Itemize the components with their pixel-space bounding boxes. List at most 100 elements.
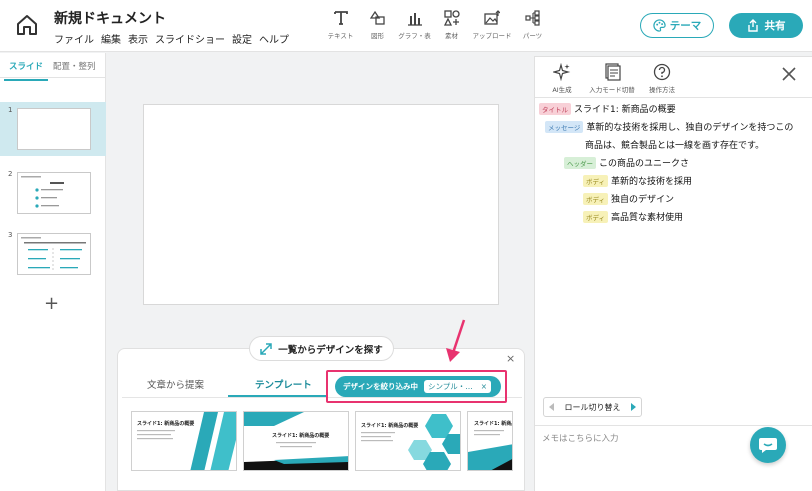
template-card[interactable]: スライド1: 新商品の概要: [355, 411, 461, 471]
outline-toolbar: AI生成 入力モード切替 操作方法: [535, 63, 687, 94]
input-mode-button[interactable]: 入力モード切替: [587, 63, 637, 94]
tool-label: アップロード: [472, 32, 512, 40]
slide-list-panel: スライド 配置・整列 1 2 3 +: [0, 53, 106, 491]
shape-icon: [369, 9, 387, 27]
tool-parts[interactable]: パーツ: [514, 9, 551, 40]
outline-panel: AI生成 入力モード切替 操作方法 タイトル スライド1: 新商品の概要 メッセ…: [534, 56, 812, 491]
ai-generate-button[interactable]: AI生成: [537, 63, 587, 94]
tool-label: グラフ・表: [398, 32, 431, 40]
slide-thumbnail-row[interactable]: 3: [0, 227, 106, 281]
tab-suggest-from-text[interactable]: 文章から提案: [147, 377, 204, 391]
tool-shape[interactable]: 図形: [359, 9, 396, 40]
menu-slideshow[interactable]: スライドショー: [155, 31, 225, 46]
role-tag-body[interactable]: ボディ: [583, 192, 609, 205]
slide-number: 2: [8, 170, 13, 178]
chat-icon: [759, 438, 777, 453]
outline-item-title[interactable]: タイトル スライド1: 新商品の概要: [539, 102, 676, 115]
slide-thumbnail[interactable]: [17, 233, 91, 275]
menu-settings[interactable]: 設定: [232, 31, 252, 46]
filter-chip-label: シンプル・…: [428, 382, 473, 391]
tool-upload[interactable]: アップロード: [470, 9, 514, 40]
outline-item-body[interactable]: ボディ 独自のデザイン: [583, 192, 674, 205]
memo-input[interactable]: メモはこちらに入力: [542, 432, 619, 444]
tool-label: 図形: [371, 32, 384, 40]
outline-text: 高品質な素材使用: [611, 213, 684, 223]
outline-item-header[interactable]: ヘッダー この商品のユニークさ: [564, 156, 689, 169]
share-label: 共有: [764, 20, 786, 32]
role-tag-body[interactable]: ボディ: [583, 210, 609, 223]
theme-button[interactable]: テーマ: [640, 13, 714, 38]
document-title[interactable]: 新規ドキュメント: [54, 8, 166, 28]
template-card[interactable]: スライド1: 新商品の概要: [243, 411, 349, 471]
role-tag-header[interactable]: ヘッダー: [564, 156, 596, 169]
chart-icon: [406, 9, 424, 27]
outline-item-continuation[interactable]: 商品は、競合製品とは一線を画す存在です。: [585, 138, 764, 151]
tab-template[interactable]: テンプレート: [255, 377, 312, 391]
slide-number: 1: [8, 106, 13, 114]
outline-item-body[interactable]: ボディ 革新的な技術を採用: [583, 174, 692, 187]
outline-text: この商品のユニークさ: [599, 159, 690, 169]
find-design-button[interactable]: 一覧からデザインを探す: [249, 336, 394, 361]
outline-item-body[interactable]: ボディ 高品質な素材使用: [583, 210, 683, 223]
close-icon[interactable]: ×: [481, 382, 487, 391]
parts-icon: [524, 9, 542, 27]
filter-label: デザインを絞り込み中: [343, 382, 418, 391]
tool-chart[interactable]: グラフ・表: [396, 9, 433, 40]
template-card[interactable]: スライド1: 新商品の概要: [467, 411, 513, 471]
menu-bar: ファイル 編集 表示 スライドショー 設定 ヘルプ: [54, 31, 289, 46]
input-mode-icon: [605, 63, 621, 81]
outline-text: スライド1: 新商品の概要: [574, 105, 676, 115]
close-icon[interactable]: [780, 65, 798, 83]
filter-chip[interactable]: シンプル・… ×: [424, 380, 492, 393]
share-icon: [747, 19, 758, 32]
tool-label: AI生成: [552, 86, 572, 94]
role-tag-body[interactable]: ボディ: [583, 174, 609, 187]
menu-help[interactable]: ヘルプ: [259, 31, 289, 46]
role-tag-message[interactable]: メッセージ: [545, 120, 584, 133]
slide-thumbnail-row[interactable]: 1: [0, 102, 106, 156]
tool-material[interactable]: 素材: [433, 9, 470, 40]
outline-text: 革新的な技術を採用し、独自のデザインを持つこの: [586, 123, 794, 133]
slide-thumbnail[interactable]: [17, 172, 91, 214]
outline-item-message[interactable]: メッセージ 革新的な技術を採用し、独自のデザインを持つこの: [545, 120, 793, 133]
role-tag-title[interactable]: タイトル: [539, 102, 571, 115]
ai-sparkle-icon: [553, 63, 571, 81]
help-button[interactable]: 操作方法: [637, 63, 687, 94]
slide-thumbnail[interactable]: [17, 108, 91, 150]
divider: [0, 77, 106, 78]
chat-support-button[interactable]: [750, 427, 786, 463]
tool-label: テキスト: [327, 32, 354, 40]
slide-number: 3: [8, 231, 13, 239]
share-button[interactable]: 共有: [729, 13, 803, 38]
expand-icon: [260, 342, 272, 355]
home-icon[interactable]: [14, 12, 40, 38]
template-card[interactable]: スライド1: 新商品の概要: [131, 411, 237, 471]
theme-label: テーマ: [669, 20, 702, 32]
slide-canvas[interactable]: [143, 104, 499, 305]
next-role-icon[interactable]: [631, 403, 636, 411]
design-filter-pill[interactable]: デザインを絞り込み中 シンプル・… ×: [335, 376, 501, 397]
filter-highlight-box: デザインを絞り込み中 シンプル・… ×: [326, 370, 507, 403]
close-icon[interactable]: ×: [506, 352, 515, 365]
tool-label: 入力モード切替: [589, 86, 635, 94]
role-switch-control[interactable]: ロール切り替え: [543, 397, 642, 417]
add-slide-button[interactable]: +: [44, 293, 59, 314]
role-switch-label: ロール切り替え: [564, 402, 621, 412]
menu-file[interactable]: ファイル: [54, 31, 94, 46]
design-panel: × 文章から提案 テンプレート デザインを絞り込み中 シンプル・… × スライド…: [117, 348, 525, 491]
text-icon: [332, 9, 350, 27]
find-design-label: 一覧からデザインを探す: [278, 344, 383, 356]
slide-thumbnail-row[interactable]: 2: [0, 166, 106, 220]
help-icon: [653, 63, 671, 81]
menu-view[interactable]: 表示: [128, 31, 148, 46]
pointer-arrow-icon: [446, 319, 466, 362]
upload-icon: [483, 9, 501, 27]
insert-toolbar: テキスト 図形 グラフ・表 素材 アップロード パーツ: [322, 9, 551, 40]
tool-text[interactable]: テキスト: [322, 9, 359, 40]
menu-edit[interactable]: 編集: [101, 31, 121, 46]
palette-icon: [653, 19, 666, 32]
divider: [535, 97, 812, 98]
tool-label: 操作方法: [649, 86, 675, 94]
prev-role-icon[interactable]: [549, 403, 554, 411]
app-header: 新規ドキュメント ファイル 編集 表示 スライドショー 設定 ヘルプ テキスト …: [0, 0, 812, 52]
